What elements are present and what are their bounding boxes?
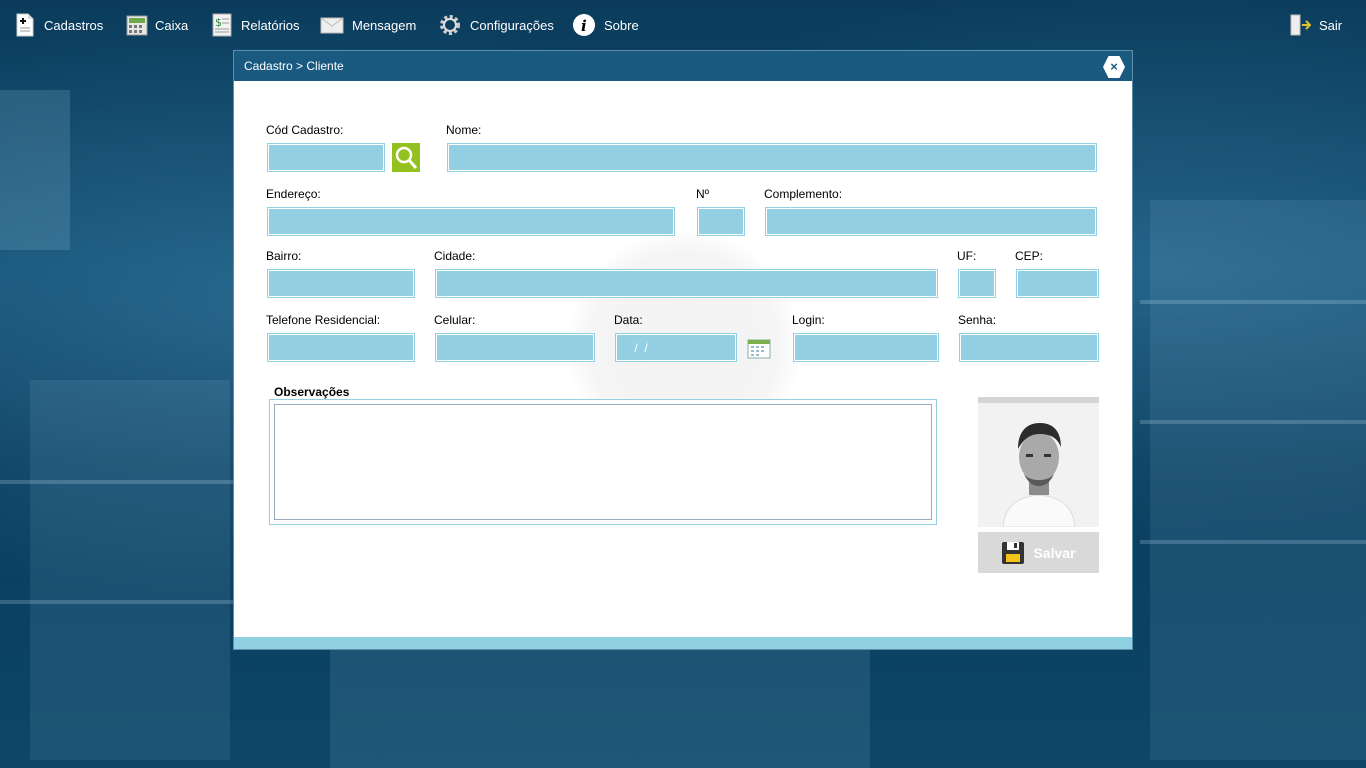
cep-label: CEP: xyxy=(1015,249,1044,263)
background-shelf-right xyxy=(1150,200,1366,760)
menu-label: Configurações xyxy=(470,17,554,33)
numero-label: Nº xyxy=(696,187,710,201)
complemento-input[interactable] xyxy=(765,207,1097,236)
cod-cadastro-label: Cód Cadastro: xyxy=(266,123,344,137)
complemento-label: Complemento: xyxy=(764,187,843,201)
celular-label: Celular: xyxy=(434,313,476,327)
exit-door-icon xyxy=(1289,13,1312,37)
endereco-input[interactable] xyxy=(267,207,675,236)
dialog-header: Cadastro > Cliente × xyxy=(234,51,1132,81)
endereco-label: Endereço: xyxy=(266,187,321,201)
exit-button[interactable]: Sair xyxy=(1289,10,1342,40)
envelope-icon xyxy=(320,13,344,37)
cidade-label: Cidade: xyxy=(434,249,476,263)
data-label: Data: xyxy=(614,313,643,327)
bairro-label: Bairro: xyxy=(266,249,302,263)
cod-cadastro-input[interactable] xyxy=(267,143,385,172)
close-button[interactable]: × xyxy=(1103,56,1125,78)
info-icon: i xyxy=(572,13,596,37)
background-shelf-left xyxy=(30,380,230,760)
celular-input[interactable] xyxy=(435,333,595,362)
background-sign xyxy=(0,90,70,250)
report-icon: $ xyxy=(211,13,233,37)
uf-label: UF: xyxy=(957,249,977,263)
search-button[interactable] xyxy=(392,143,420,172)
menu-item-cadastros[interactable]: Cadastros xyxy=(14,10,103,40)
calendar-button[interactable] xyxy=(747,337,771,359)
menu-item-relatorios[interactable]: $ Relatórios xyxy=(211,10,300,40)
menu-label: Caixa xyxy=(155,17,189,33)
login-label: Login: xyxy=(792,313,825,327)
cidade-input[interactable] xyxy=(435,269,938,298)
telefone-input[interactable] xyxy=(267,333,415,362)
person-photo-icon xyxy=(978,397,1099,527)
menu-item-sobre[interactable]: i Sobre xyxy=(572,10,639,40)
senha-label: Senha: xyxy=(958,313,997,327)
data-input[interactable] xyxy=(615,333,737,362)
telefone-label: Telefone Residencial: xyxy=(266,313,381,327)
nome-input[interactable] xyxy=(447,143,1097,172)
search-icon xyxy=(395,146,418,169)
menu-item-configuracoes[interactable]: Configurações xyxy=(438,10,554,40)
menu-item-mensagem[interactable]: Mensagem xyxy=(320,10,416,40)
senha-input[interactable] xyxy=(959,333,1099,362)
observacoes-label: Observações xyxy=(274,385,350,399)
background-shelf-line xyxy=(0,600,233,604)
save-label: Salvar xyxy=(1033,544,1076,561)
observacoes-textarea[interactable] xyxy=(274,404,932,520)
save-button[interactable]: Salvar xyxy=(978,532,1099,573)
svg-text:$: $ xyxy=(215,16,222,29)
breadcrumb: Cadastro > Cliente xyxy=(244,59,344,73)
floppy-disk-icon xyxy=(1002,541,1025,564)
menu-item-caixa[interactable]: Caixa xyxy=(125,10,188,40)
svg-text:i: i xyxy=(581,17,587,35)
bairro-input[interactable] xyxy=(267,269,415,298)
dialog-footer xyxy=(234,637,1132,649)
cliente-dialog: Cadastro > Cliente × Cód Cadastro: Nome:… xyxy=(233,50,1133,650)
observacoes-container xyxy=(269,399,937,525)
background-shelf-line xyxy=(1140,420,1366,424)
menu-label: Relatórios xyxy=(241,17,300,33)
client-photo[interactable] xyxy=(978,397,1099,527)
document-icon xyxy=(14,13,36,37)
background-products xyxy=(330,650,870,768)
background-shelf-line xyxy=(1140,300,1366,304)
exit-label: Sair xyxy=(1319,17,1343,33)
menu-bar: Cadastros Caixa $ Relatórios Mensagem Co… xyxy=(0,0,1366,50)
cep-input[interactable] xyxy=(1016,269,1099,298)
background-shelf-line xyxy=(1140,540,1366,544)
menu-label: Cadastros xyxy=(44,17,104,33)
nome-label: Nome: xyxy=(446,123,482,137)
menu-label: Mensagem xyxy=(352,17,417,33)
calendar-icon xyxy=(747,339,771,359)
cash-register-icon xyxy=(125,13,148,37)
numero-input[interactable] xyxy=(697,207,745,236)
menu-label: Sobre xyxy=(604,17,639,33)
background-shelf-line xyxy=(0,480,233,484)
gear-icon xyxy=(438,13,462,37)
login-input[interactable] xyxy=(793,333,939,362)
uf-input[interactable] xyxy=(958,269,996,298)
